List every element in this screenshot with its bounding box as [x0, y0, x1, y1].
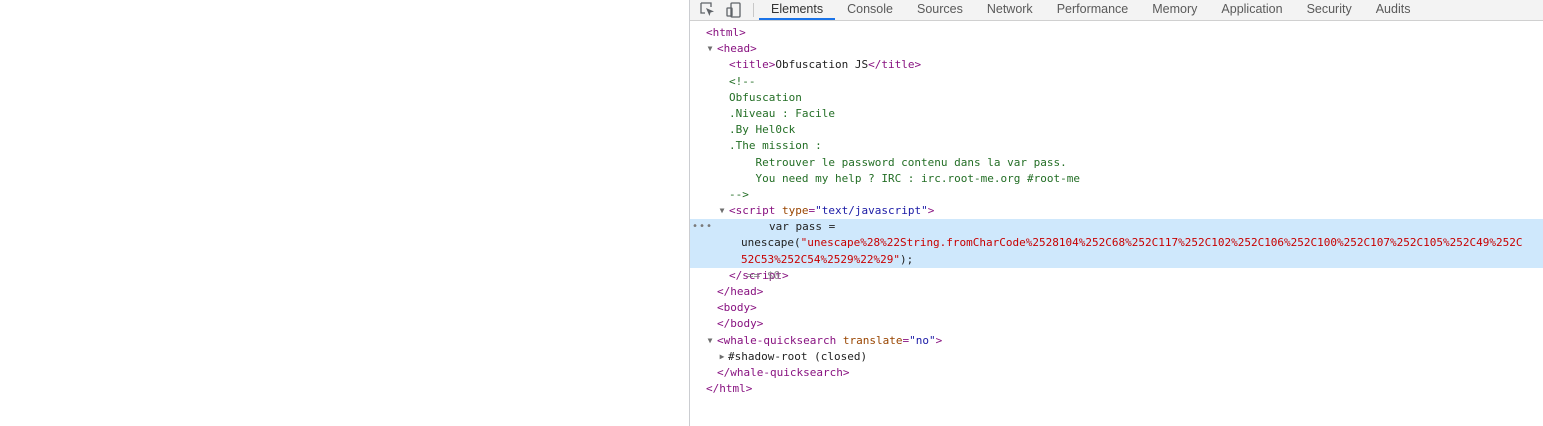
tab-audits[interactable]: Audits [1364, 0, 1423, 20]
tab-security[interactable]: Security [1295, 0, 1364, 20]
dom-comment-line: Obfuscation [729, 90, 802, 104]
dom-node-script-open[interactable]: ▼ <script type="text/javascript"> [690, 203, 1543, 219]
dom-node-script-content-line[interactable]: unescape("unescape%28%22String.fromCharC… [690, 235, 1543, 252]
toolbar-separator [753, 3, 754, 17]
dom-node-whale-quicksearch-open[interactable]: ▼ <whale-quicksearch translate="no"> [690, 333, 1543, 349]
devtools-tabs: Elements Console Sources Network Perform… [759, 0, 1422, 20]
triangle-down-icon[interactable]: ▼ [717, 203, 727, 219]
dom-node-title[interactable]: <title>Obfuscation JS</title> [690, 57, 1543, 73]
tab-memory[interactable]: Memory [1140, 0, 1209, 20]
dom-comment-line: Retrouver le password contenu dans la va… [729, 155, 1067, 169]
title-text: Obfuscation JS [775, 58, 869, 72]
devtools-toolbar: Elements Console Sources Network Perform… [690, 0, 1543, 21]
tab-console[interactable]: Console [835, 0, 905, 20]
dom-comment-line: .The mission : [729, 139, 822, 153]
dom-node-head-close[interactable]: </head> [690, 284, 1543, 300]
devtools-panel: Elements Console Sources Network Perform… [689, 0, 1543, 426]
dom-comment-line: .By Hel0ck [729, 123, 796, 137]
dom-node-body-open[interactable]: <body> [690, 300, 1543, 316]
dom-node-head-open[interactable]: ▼ <head> [690, 41, 1543, 57]
dom-comment-line: .Niveau : Facile [729, 106, 835, 120]
web-page-area [0, 0, 689, 426]
device-toolbar-icon[interactable] [724, 1, 742, 18]
dom-node-body-close[interactable]: </body> [690, 316, 1543, 332]
dom-node-html-close[interactable]: </html> [690, 381, 1543, 397]
tab-performance[interactable]: Performance [1045, 0, 1141, 20]
dom-comment-open[interactable]: <!-- [690, 74, 1543, 90]
more-dots-icon[interactable]: ••• [692, 219, 713, 235]
dom-node-script-content-line[interactable]: 52C53%252C54%2529%22%29"); [690, 251, 1543, 268]
tab-sources[interactable]: Sources [905, 0, 975, 20]
dom-comment-line: You need my help ? IRC : irc.root-me.org… [729, 171, 1080, 185]
triangle-down-icon[interactable]: ▼ [705, 333, 715, 349]
dom-node-whale-quicksearch-close[interactable]: </whale-quicksearch> [690, 365, 1543, 381]
triangle-right-icon[interactable]: ▶ [717, 349, 727, 365]
triangle-down-icon[interactable]: ▼ [705, 41, 715, 57]
dom-comment-close: --> [729, 187, 749, 201]
elements-dom-tree: <html> ▼ <head> <title>Obfuscation JS</t… [690, 25, 1543, 397]
dom-node-shadow-root[interactable]: ▶ #shadow-root (closed) [690, 349, 1543, 365]
dom-node-html-open[interactable]: <html> [690, 25, 1543, 41]
dom-node-script-content-selected[interactable]: ••• var pass = [690, 219, 1543, 236]
tab-network[interactable]: Network [975, 0, 1045, 20]
tab-elements[interactable]: Elements [759, 0, 836, 20]
selected-node-marker: == $0 [747, 268, 781, 282]
inspect-element-icon[interactable] [698, 1, 716, 18]
tab-application[interactable]: Application [1209, 0, 1294, 20]
dom-node-script-close[interactable]: </script> == $0 [690, 268, 1543, 284]
